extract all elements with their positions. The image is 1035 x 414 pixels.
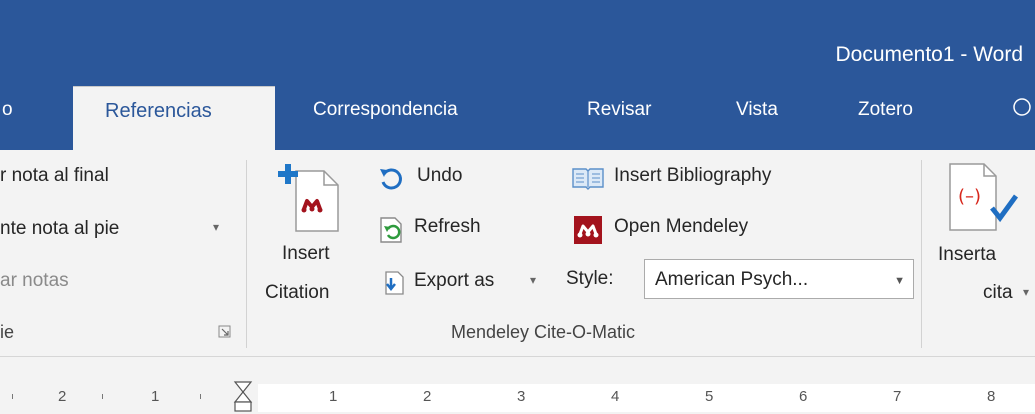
ruler-number: 2 [423,388,432,405]
export-icon [385,271,404,295]
open-mendeley-button[interactable]: Open Mendeley [614,216,748,238]
insert-cite-label-line1[interactable]: Inserta [938,244,996,266]
window-title: Documento1 - Word [835,43,1023,66]
indent-marker-icon[interactable] [231,380,257,414]
ruler-number: 3 [517,388,526,405]
refresh-icon [380,217,402,243]
tab-revisar[interactable]: Revisar [587,99,651,121]
ruler-number: 2 [58,388,67,405]
style-select-value: American Psych... [655,269,809,290]
ruler-number: 6 [799,388,808,405]
group-separator [921,160,922,348]
bibliography-icon [572,168,604,190]
undo-button[interactable]: Undo [417,165,462,187]
ruler-text-area [258,384,1035,412]
insert-cite-icon: (–) [949,163,1019,231]
group-separator [246,160,247,348]
ruler-number: 7 [893,388,902,405]
ruler-tick [12,394,13,399]
next-footnote-button[interactable]: nte nota al pie [0,218,119,240]
export-as-button[interactable]: Export as [414,270,494,292]
insert-cite-dropdown-arrow[interactable]: ▾ [1023,285,1029,299]
chevron-down-icon: ▼ [894,275,905,287]
show-notes-button[interactable]: ar notas [0,270,69,292]
undo-icon [380,168,402,190]
mendeley-group-label: Mendeley Cite-O-Matic [451,322,636,342]
insert-citation-label-line1: Insert [282,243,330,264]
next-footnote-dropdown-arrow[interactable]: ▾ [213,220,219,234]
insert-cite-label-line2[interactable]: cita [983,282,1013,304]
insert-citation-label-line2: Citation [265,282,330,303]
footnotes-group-label: ie [0,322,15,342]
ruler-number: 1 [329,388,338,405]
ruler-number: 8 [987,388,996,405]
ruler-number: 5 [705,388,714,405]
ruler-tick [200,394,201,399]
tab-partial[interactable]: o [2,99,13,121]
ruler-number: 4 [611,388,620,405]
tab-vista[interactable]: Vista [736,99,778,121]
tab-correspondencia[interactable]: Correspondencia [313,99,458,121]
insert-endnote-button[interactable]: r nota al final [0,165,109,187]
style-select[interactable]: American Psych... ▼ [644,259,914,299]
mendeley-logo-icon [574,216,602,244]
svg-text:(–): (–) [958,186,981,207]
refresh-button[interactable]: Refresh [414,216,481,238]
ruler-tick [102,394,103,399]
tab-zotero[interactable]: Zotero [858,99,913,121]
horizontal-ruler[interactable]: 2 1 1 2 3 4 5 6 7 8 [0,380,1035,414]
tab-referencias[interactable]: Referencias [73,86,275,153]
ruler-number: 1 [151,388,160,405]
lightbulb-icon[interactable] [1010,96,1035,122]
style-label: Style: [566,268,614,289]
insert-citation-icon [278,164,339,232]
title-bar: Documento1 - Word o Referencias Correspo… [0,0,1035,153]
dialog-launcher-icon[interactable] [218,325,232,339]
export-dropdown-arrow[interactable]: ▾ [530,273,536,287]
tab-referencias-label: Referencias [105,100,212,122]
insert-bibliography-button[interactable]: Insert Bibliography [614,165,771,187]
